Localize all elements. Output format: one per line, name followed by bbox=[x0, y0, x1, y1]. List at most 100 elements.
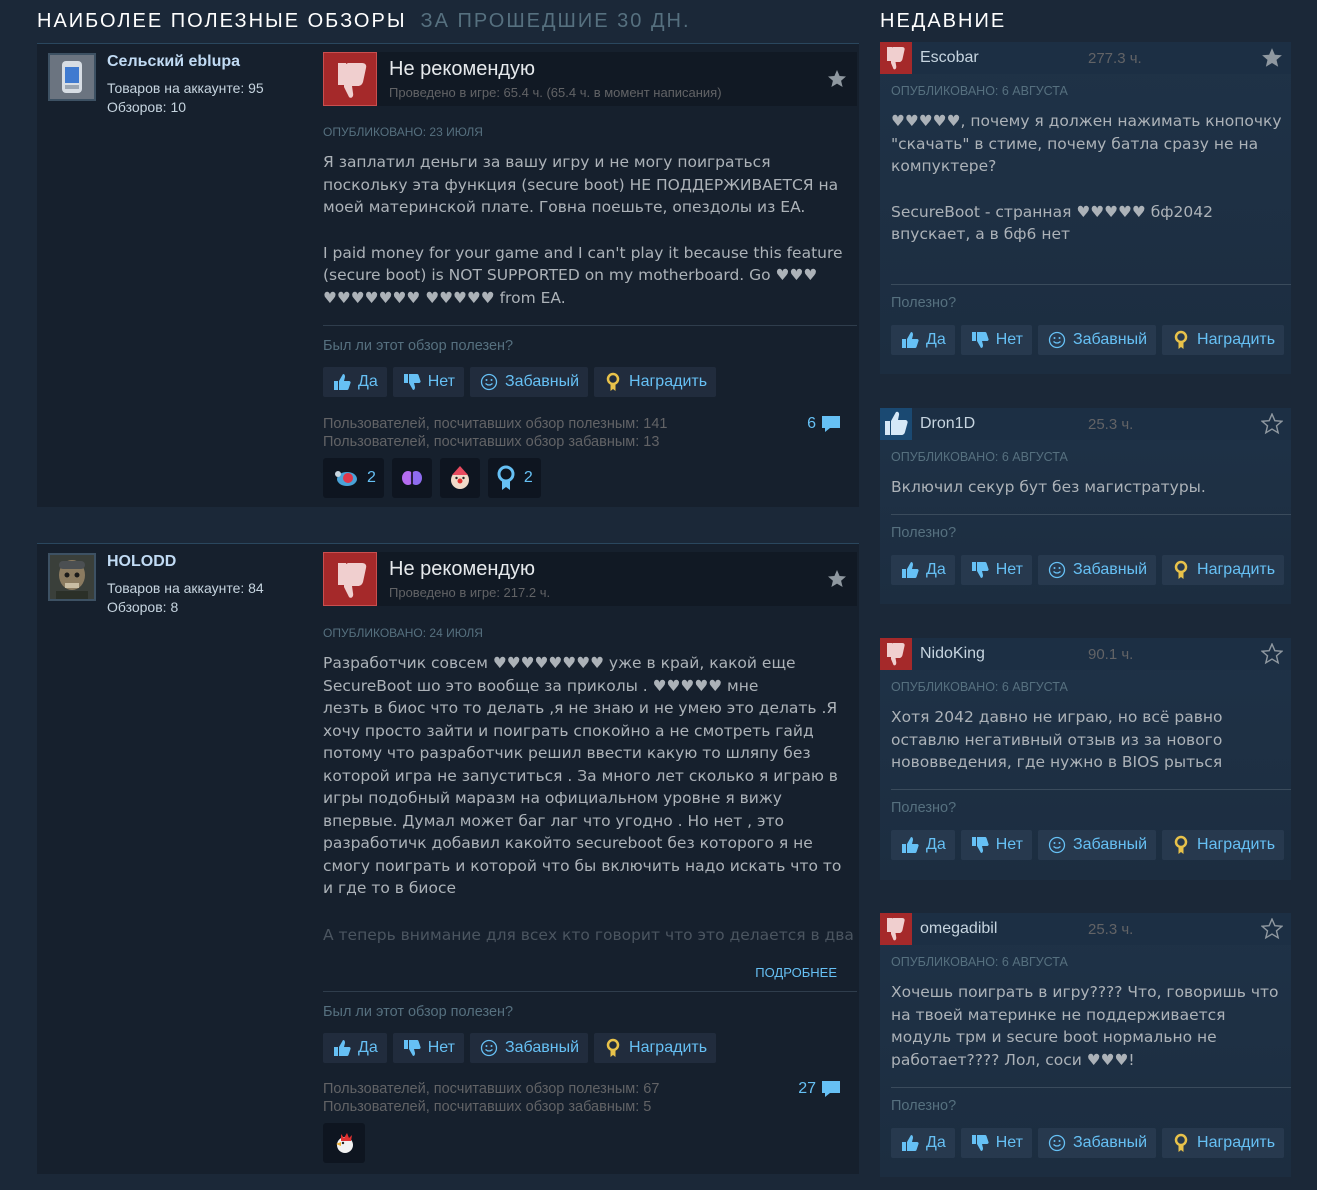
avatar[interactable] bbox=[48, 53, 96, 101]
recent-review-bar[interactable]: NidoKing 90.1 ч. bbox=[880, 638, 1291, 670]
award-button[interactable]: Наградить bbox=[594, 1033, 717, 1063]
vote-funny-label: Забавный bbox=[1072, 1134, 1148, 1151]
award-button[interactable]: Наградить bbox=[1162, 555, 1285, 585]
section-period[interactable]: ЗА ПРОШЕДШИЕ 30 ДН. bbox=[421, 10, 691, 32]
vote-no-button[interactable]: Нет bbox=[960, 555, 1032, 585]
vote-yes-button[interactable]: Да bbox=[323, 1033, 387, 1063]
award-item[interactable] bbox=[391, 458, 432, 498]
vote-funny-button[interactable]: Забавный bbox=[1037, 555, 1157, 585]
vote-funny-button[interactable]: Забавный bbox=[1037, 830, 1157, 860]
vote-buttons: Да Нет Забавный Наградить bbox=[323, 367, 717, 397]
recent-review-card: omegadibil 25.3 ч. ОПУБЛИКОВАНО: 6 АВГУС… bbox=[880, 913, 1291, 1177]
vote-no-button[interactable]: Нет bbox=[960, 830, 1032, 860]
read-more-link[interactable]: ПОДРОБНЕЕ bbox=[755, 965, 837, 980]
vote-yes-button[interactable]: Да bbox=[891, 830, 955, 860]
comments-count: 27 bbox=[798, 1080, 816, 1097]
author-name[interactable]: HOLODD bbox=[107, 553, 176, 571]
hours-played: Проведено в игре: 217.2 ч. bbox=[389, 585, 551, 600]
thumbs-down-icon[interactable] bbox=[323, 52, 377, 106]
review-paragraph: Разработчик совсем ♥♥♥♥♥♥♥♥ уже в край, … bbox=[323, 654, 842, 897]
author-reviews[interactable]: Обзоров: 8 bbox=[107, 599, 178, 615]
smile-icon bbox=[1047, 835, 1067, 855]
recent-author-name[interactable]: Dron1D bbox=[920, 415, 975, 433]
section-title: НАИБОЛЕЕ ПОЛЕЗНЫЕ ОБЗОРЫ bbox=[37, 10, 407, 32]
award-item[interactable] bbox=[439, 458, 480, 498]
vote-buttons: Да Нет Забавный Наградить bbox=[891, 325, 1285, 355]
award-item[interactable]: 2 bbox=[487, 458, 541, 498]
helpful-question: Полезно? bbox=[891, 1098, 957, 1114]
recent-author-name[interactable]: NidoKing bbox=[920, 645, 985, 663]
author-products[interactable]: Товаров на аккаунте: 84 bbox=[107, 580, 264, 596]
comments-link[interactable]: 27 bbox=[798, 1079, 842, 1099]
review-paragraph: ♥♥♥♥♥, почему я должен нажимать кнопочку… bbox=[891, 112, 1282, 175]
verdict-title[interactable]: Не рекомендую bbox=[389, 558, 535, 581]
avatar[interactable] bbox=[48, 553, 96, 601]
vote-funny-button[interactable]: Забавный bbox=[469, 1033, 589, 1063]
smile-icon bbox=[1047, 1133, 1067, 1153]
thumbs-down-icon bbox=[880, 638, 912, 670]
recent-review-bar[interactable]: omegadibil 25.3 ч. bbox=[880, 913, 1291, 945]
award-button[interactable]: Наградить bbox=[1162, 1128, 1285, 1158]
helpful-stats: Пользователей, посчитавших обзор полезны… bbox=[323, 1080, 659, 1116]
vote-yes-label: Да bbox=[926, 836, 946, 853]
vote-funny-button[interactable]: Забавный bbox=[1037, 325, 1157, 355]
award-item[interactable] bbox=[323, 1123, 365, 1163]
recent-review-card: Dron1D 25.3 ч. ОПУБЛИКОВАНО: 6 АВГУСТА В… bbox=[880, 408, 1291, 604]
vote-no-button[interactable]: Нет bbox=[392, 367, 464, 397]
award-icon bbox=[1171, 835, 1191, 855]
recent-review-bar[interactable]: Escobar 277.3 ч. bbox=[880, 42, 1291, 74]
vote-yes-button[interactable]: Да bbox=[891, 325, 955, 355]
recent-review-bar[interactable]: Dron1D 25.3 ч. bbox=[880, 408, 1291, 440]
vote-no-label: Нет bbox=[427, 373, 455, 390]
recent-hours: 25.3 ч. bbox=[1088, 921, 1134, 938]
star-icon[interactable] bbox=[1261, 643, 1283, 665]
vote-yes-button[interactable]: Да bbox=[891, 1128, 955, 1158]
vote-no-button[interactable]: Нет bbox=[392, 1033, 464, 1063]
award-button[interactable]: Наградить bbox=[1162, 325, 1285, 355]
review-paragraph: SecureBoot - странная ♥♥♥♥♥ бф2042 впуск… bbox=[891, 202, 1213, 244]
helpful-question: Полезно? bbox=[891, 295, 957, 311]
star-icon[interactable] bbox=[1261, 413, 1283, 435]
thumbs-down-icon bbox=[970, 835, 990, 855]
recent-review-card: NidoKing 90.1 ч. ОПУБЛИКОВАНО: 6 АВГУСТА… bbox=[880, 638, 1291, 880]
comments-link[interactable]: 6 bbox=[807, 414, 842, 434]
review-verdict: Не рекомендую Проведено в игре: 217.2 ч. bbox=[323, 552, 857, 606]
divider bbox=[891, 514, 1291, 515]
vote-yes-label: Да bbox=[926, 331, 946, 348]
thumbs-down-icon[interactable] bbox=[323, 552, 377, 606]
award-button[interactable]: Наградить bbox=[594, 367, 717, 397]
thumbs-up-icon bbox=[332, 372, 352, 392]
award-icon bbox=[603, 372, 623, 392]
author-name[interactable]: Сельский eblupa bbox=[107, 53, 240, 71]
posted-date: ОПУБЛИКОВАНО: 23 ИЮЛЯ bbox=[323, 125, 483, 139]
clown-award-icon bbox=[450, 466, 469, 489]
review-paragraph: Хочешь поиграть в игру???? Что, говоришь… bbox=[891, 983, 1279, 1069]
vote-funny-button[interactable]: Забавный bbox=[1037, 1128, 1157, 1158]
vote-yes-button[interactable]: Да bbox=[891, 555, 955, 585]
vote-yes-label: Да bbox=[358, 373, 378, 390]
helpful-count: Пользователей, посчитавших обзор полезны… bbox=[323, 416, 668, 432]
divider bbox=[323, 991, 857, 992]
divider bbox=[891, 789, 1291, 790]
recent-author-name[interactable]: Escobar bbox=[920, 49, 979, 67]
recent-author-name[interactable]: omegadibil bbox=[920, 920, 997, 938]
star-icon[interactable] bbox=[827, 569, 847, 589]
award-item[interactable]: 2 bbox=[323, 458, 384, 498]
vote-funny-button[interactable]: Забавный bbox=[469, 367, 589, 397]
star-icon[interactable] bbox=[1261, 47, 1283, 69]
vote-no-button[interactable]: Нет bbox=[960, 1128, 1032, 1158]
author-products[interactable]: Товаров на аккаунте: 95 bbox=[107, 80, 264, 96]
vote-yes-button[interactable]: Да bbox=[323, 367, 387, 397]
helpful-question: Полезно? bbox=[891, 800, 957, 816]
review-paragraph: Включил секур бут без магистратуры. bbox=[891, 478, 1206, 496]
vote-no-button[interactable]: Нет bbox=[960, 325, 1032, 355]
smile-icon bbox=[1047, 560, 1067, 580]
verdict-title[interactable]: Не рекомендую bbox=[389, 58, 535, 81]
star-icon[interactable] bbox=[827, 69, 847, 89]
divider bbox=[891, 1087, 1291, 1088]
star-icon[interactable] bbox=[1261, 918, 1283, 940]
posted-date: ОПУБЛИКОВАНО: 6 АВГУСТА bbox=[891, 450, 1068, 464]
recent-header: НЕДАВНИЕ bbox=[880, 10, 1007, 32]
award-button[interactable]: Наградить bbox=[1162, 830, 1285, 860]
author-reviews[interactable]: Обзоров: 10 bbox=[107, 99, 186, 115]
